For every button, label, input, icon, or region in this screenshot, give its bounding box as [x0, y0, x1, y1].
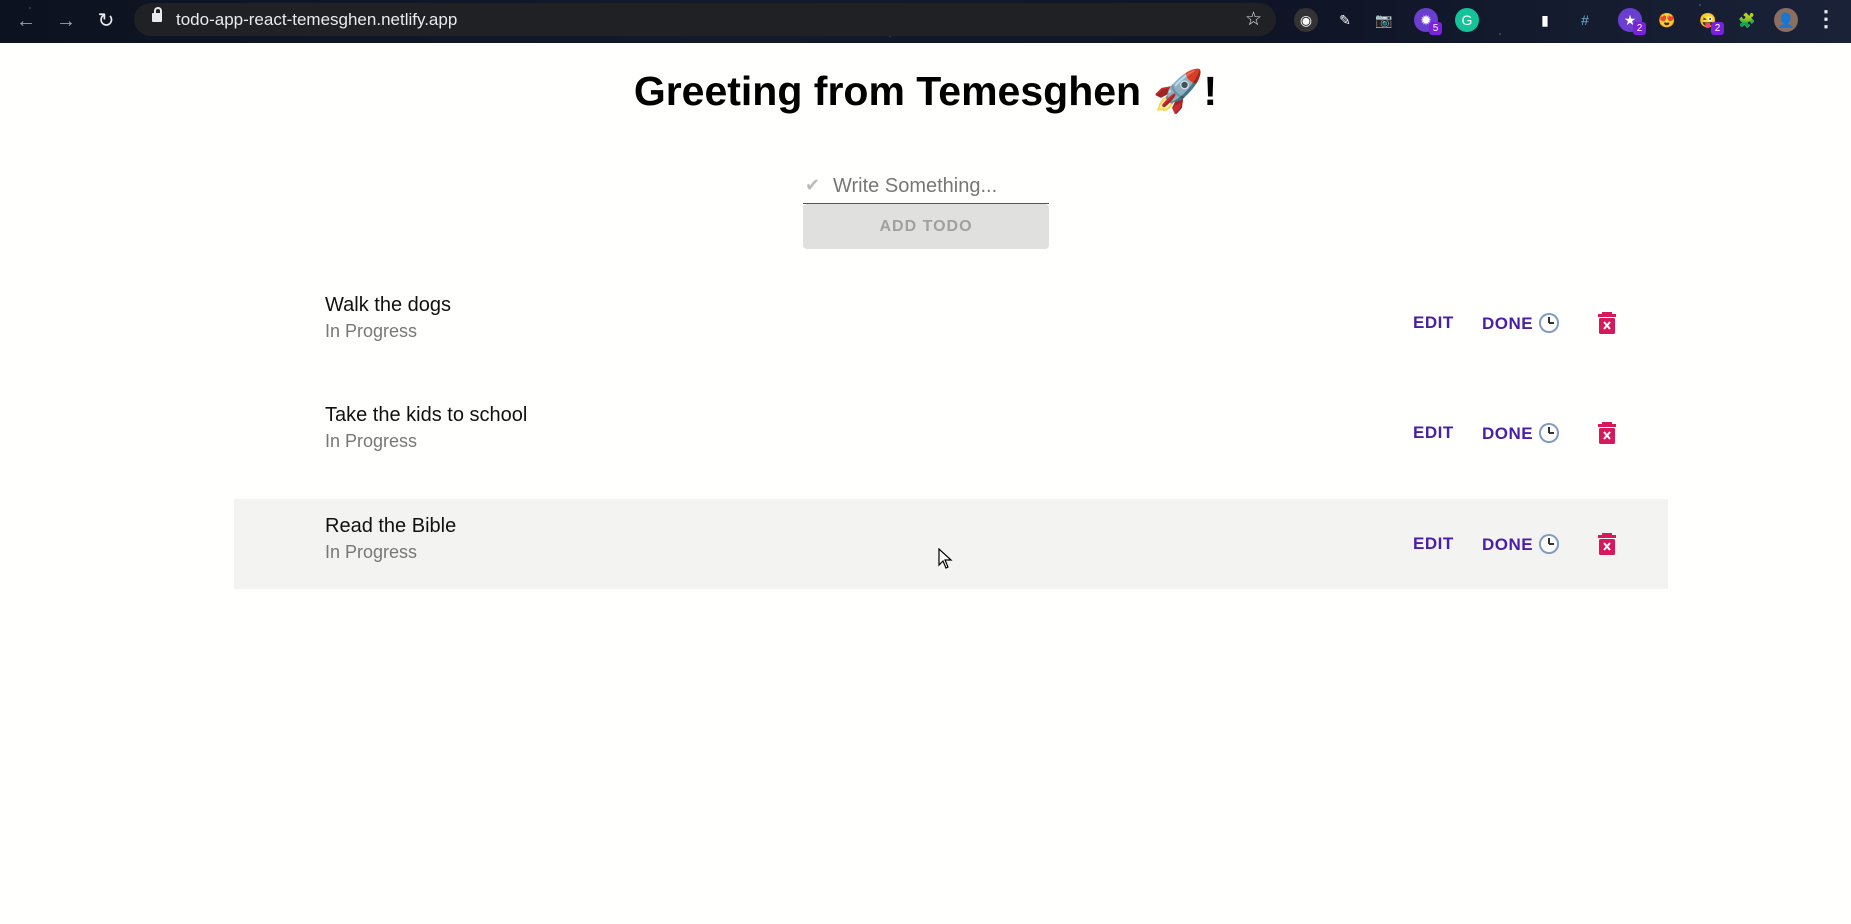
todo-row: Read the Bible In Progress EDIT DONE	[234, 499, 1668, 589]
todo-row: Walk the dogs In Progress EDIT DONE	[234, 278, 1668, 368]
checkmark-icon: ✔	[805, 175, 821, 195]
done-button[interactable]: DONE	[1482, 423, 1560, 444]
extension-pen-icon[interactable]: ✎	[1333, 8, 1357, 32]
extensions-puzzle-icon[interactable]: 🧩	[1735, 8, 1759, 32]
delete-icon[interactable]	[1598, 312, 1616, 334]
browser-menu-icon[interactable]: ⋮	[1815, 6, 1837, 32]
todo-title: Take the kids to school	[325, 404, 528, 426]
extension-grid-icon[interactable]: #	[1573, 8, 1597, 32]
extension-face-icon[interactable]: 😜 2	[1696, 8, 1724, 35]
todo-input[interactable]	[803, 170, 1049, 203]
extension-bottle-icon[interactable]: ▮	[1533, 8, 1557, 32]
forward-icon[interactable]: →	[53, 8, 79, 34]
back-icon[interactable]: ←	[13, 8, 39, 34]
edit-button[interactable]: EDIT	[1413, 313, 1454, 333]
delete-icon[interactable]	[1598, 533, 1616, 555]
extension-badge: 2	[1711, 22, 1724, 35]
extension-star-icon[interactable]: ★ 2	[1618, 8, 1646, 35]
todo-status: In Progress	[325, 321, 418, 341]
browser-toolbar: ← → ↻ todo-app-react-temesghen.netlify.a…	[0, 0, 1851, 43]
done-button[interactable]: DONE	[1482, 534, 1560, 555]
done-label: DONE	[1482, 535, 1534, 554]
lock-icon	[152, 7, 162, 22]
todo-title: Walk the dogs	[325, 294, 451, 316]
extension-record-icon[interactable]: ◉	[1294, 8, 1318, 32]
extension-emoji-icon[interactable]: 😍	[1655, 8, 1679, 32]
edit-button[interactable]: EDIT	[1413, 534, 1454, 554]
edit-button[interactable]: EDIT	[1413, 423, 1454, 443]
url-text: todo-app-react-temesghen.netlify.app	[176, 10, 458, 29]
profile-avatar[interactable]: 👤	[1774, 8, 1798, 32]
extension-camera-icon[interactable]: 📷	[1372, 8, 1396, 32]
todo-title: Read the Bible	[325, 515, 457, 537]
add-todo-button[interactable]: ADD TODO	[803, 204, 1049, 249]
done-label: DONE	[1482, 424, 1534, 443]
done-button[interactable]: DONE	[1482, 313, 1560, 334]
clock-icon	[1539, 313, 1560, 333]
todo-input-wrapper: ✔	[803, 170, 1049, 204]
mouse-cursor-icon	[938, 548, 953, 569]
done-label: DONE	[1482, 314, 1534, 333]
clock-icon	[1539, 534, 1560, 554]
extension-badge: 2	[1633, 22, 1646, 35]
extension-gear-icon[interactable]: ✹ 5	[1414, 8, 1442, 35]
grammarly-icon[interactable]: G	[1455, 8, 1479, 32]
todo-status: In Progress	[325, 542, 418, 562]
todo-status: In Progress	[325, 431, 418, 451]
page-title: Greeting from Temesghen 🚀!	[633, 68, 1218, 114]
delete-icon[interactable]	[1598, 422, 1616, 444]
todo-row: Take the kids to school In Progress EDIT…	[234, 388, 1668, 478]
address-bar[interactable]: todo-app-react-temesghen.netlify.app ☆	[134, 3, 1276, 36]
bookmark-star-icon[interactable]: ☆	[1245, 8, 1262, 31]
clock-icon	[1539, 423, 1560, 443]
reload-icon[interactable]: ↻	[93, 8, 119, 34]
extension-badge: 5	[1429, 22, 1442, 35]
